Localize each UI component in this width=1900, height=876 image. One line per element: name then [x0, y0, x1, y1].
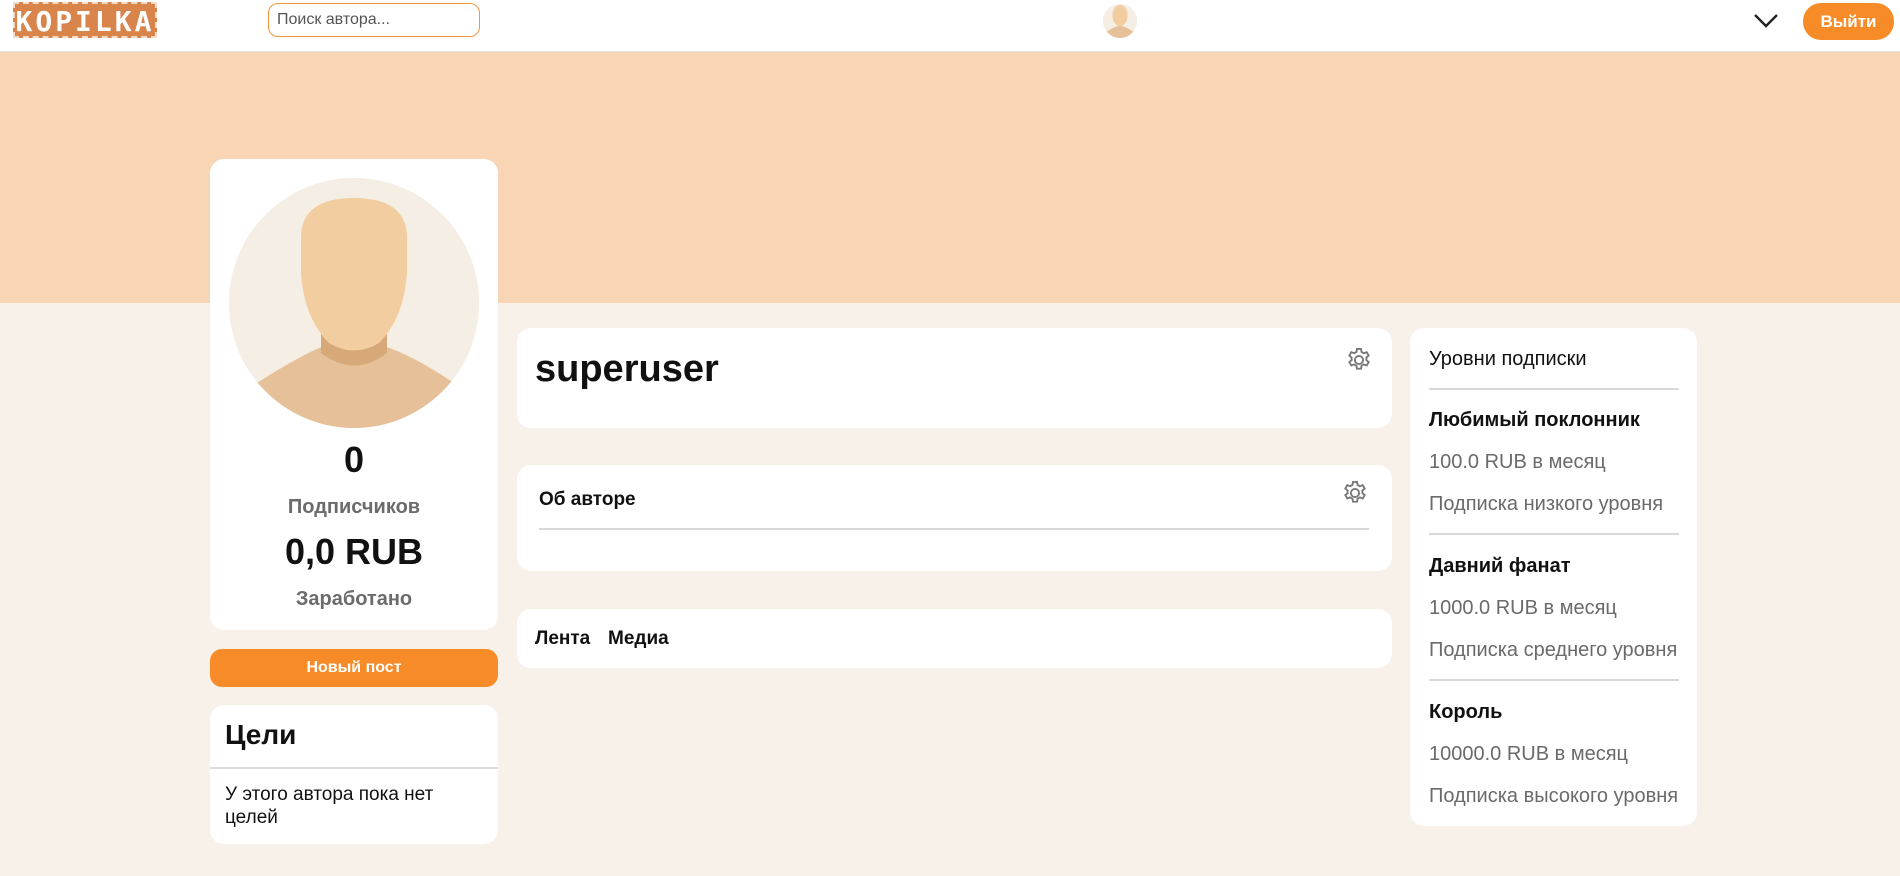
about-author-title: Об авторе: [539, 489, 636, 510]
level-name[interactable]: Король: [1429, 701, 1502, 724]
level-name[interactable]: Давний фанат: [1429, 555, 1571, 578]
goals-card: Цели У этого автора пока нет целей: [210, 705, 498, 844]
subscribers-label: Подписчиков: [287, 496, 421, 518]
level-price: 1000.0 RUB в месяц: [1429, 597, 1617, 619]
avatar-placeholder-icon: [229, 178, 479, 428]
tab-media[interactable]: Медиа: [608, 628, 669, 650]
content-tabs: Лента Медиа: [517, 609, 1392, 668]
divider: [1429, 679, 1679, 681]
avatar-placeholder-icon: [1103, 4, 1137, 38]
goals-title: Цели: [225, 719, 297, 750]
level-price: 100.0 RUB в месяц: [1429, 451, 1606, 473]
user-avatar[interactable]: [1103, 4, 1137, 38]
earned-amount: 0,0 RUB: [284, 531, 424, 572]
author-search-input[interactable]: [268, 3, 480, 37]
level-description: Подписка низкого уровня: [1429, 493, 1664, 515]
kopilka-logo[interactable]: KOPILKA: [13, 2, 157, 38]
divider: [539, 528, 1369, 530]
gear-icon[interactable]: [1345, 346, 1373, 374]
profile-card: 0 Подписчиков 0,0 RUB Заработано: [210, 159, 498, 630]
chevron-down-icon[interactable]: [1752, 8, 1780, 32]
subscribers-count: 0: [343, 439, 365, 480]
subscription-levels-card: Уровни подписки Любимый поклонник 100.0 …: [1410, 328, 1697, 826]
top-bar: KOPILKA Выйти: [0, 0, 1900, 52]
logout-button[interactable]: Выйти: [1803, 3, 1894, 40]
new-post-button[interactable]: Новый пост: [210, 649, 498, 687]
subscription-levels-title: Уровни подписки: [1429, 348, 1587, 370]
divider: [1429, 533, 1679, 535]
level-description: Подписка среднего уровня: [1429, 639, 1678, 661]
tab-feed[interactable]: Лента: [535, 628, 590, 650]
author-name-card: superuser: [517, 328, 1392, 428]
profile-avatar: [229, 178, 479, 428]
level-description: Подписка высокого уровня: [1429, 785, 1679, 807]
about-author-card: Об авторе: [517, 465, 1392, 571]
earned-label: Заработано: [295, 588, 413, 610]
gear-icon[interactable]: [1341, 479, 1369, 507]
divider: [1429, 388, 1679, 390]
author-username: superuser: [535, 348, 719, 390]
level-name[interactable]: Любимый поклонник: [1429, 409, 1640, 432]
level-price: 10000.0 RUB в месяц: [1429, 743, 1628, 765]
divider: [210, 767, 498, 769]
goals-empty-text: У этого автора пока нет целей: [225, 784, 434, 828]
